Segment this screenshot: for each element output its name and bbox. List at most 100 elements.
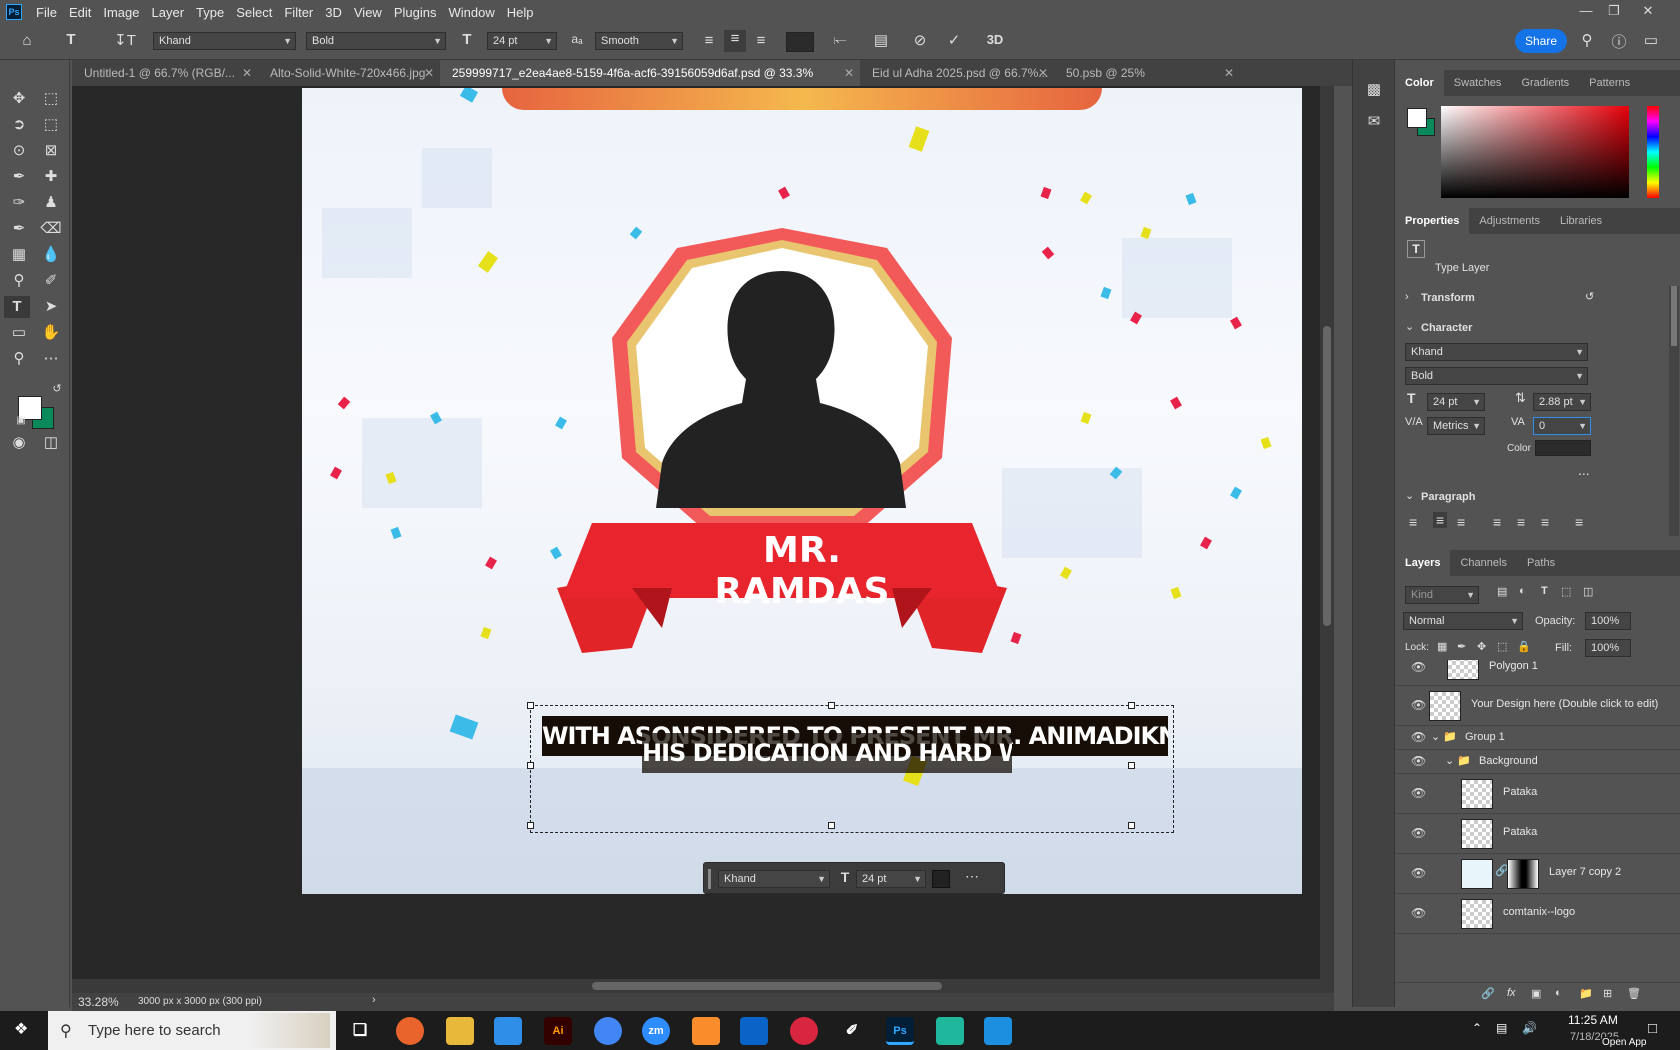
- tab-swatches[interactable]: Swatches: [1444, 70, 1512, 96]
- filter-adjust-icon[interactable]: ◐: [1519, 585, 1526, 597]
- outlook-icon[interactable]: [740, 1017, 768, 1045]
- tray-chevron-icon[interactable]: ⌃: [1472, 1021, 1482, 1035]
- layer-row-layer-7-copy-2[interactable]: 👁 🔗 Layer 7 copy 2: [1395, 854, 1680, 894]
- justify-all-icon[interactable]: ≡: [1575, 514, 1583, 530]
- add-mask-icon[interactable]: ▣: [1531, 987, 1541, 1000]
- restore-icon[interactable]: ❐: [1600, 0, 1628, 24]
- move-tool-icon[interactable]: ✥: [6, 88, 32, 110]
- zoom-tool-icon[interactable]: ⚲: [6, 348, 32, 370]
- tab-paths[interactable]: Paths: [1517, 550, 1565, 576]
- path-select-icon[interactable]: ➤: [38, 296, 64, 318]
- tab-active-document[interactable]: 259999717_e2ea4ae8-5159-4f6a-acf6-391560…: [440, 60, 860, 106]
- app-icon[interactable]: [936, 1017, 964, 1045]
- vertical-scroll-thumb[interactable]: [1323, 326, 1331, 626]
- creative-cloud-icon[interactable]: [790, 1017, 818, 1045]
- marquee-tool-icon[interactable]: ⬚: [38, 88, 64, 110]
- layer-mask-thumbnail[interactable]: [1507, 859, 1539, 889]
- chevron-down-icon[interactable]: ⌄: [1431, 730, 1440, 743]
- tab-properties[interactable]: Properties: [1395, 208, 1470, 234]
- layer-row-polygon-1[interactable]: 👁 Polygon 1: [1395, 660, 1680, 686]
- comments-panel-icon[interactable]: ✉: [1363, 112, 1385, 130]
- para-align-center-icon[interactable]: ≡: [1433, 512, 1448, 528]
- rectangle-tool-icon[interactable]: ▭: [6, 322, 32, 344]
- vscode-icon[interactable]: [494, 1017, 522, 1045]
- xampp-icon[interactable]: [692, 1017, 720, 1045]
- eyedropper-tool-icon[interactable]: ✒: [6, 166, 32, 188]
- chevron-down-icon[interactable]: ⌄: [1405, 320, 1414, 333]
- layer-row-group-1[interactable]: 👁 ⌄ 📁 Group 1: [1395, 726, 1680, 750]
- tab-libraries[interactable]: Libraries: [1550, 208, 1612, 234]
- menu-view[interactable]: View: [348, 5, 388, 20]
- layer-kind-filter[interactable]: Kind ▼: [1405, 586, 1479, 604]
- color-fg-swatch[interactable]: [1407, 108, 1427, 128]
- adjustment-layer-icon[interactable]: ◐: [1555, 987, 1562, 999]
- align-left-icon[interactable]: ≡: [698, 32, 720, 49]
- minimize-icon[interactable]: —: [1572, 0, 1600, 24]
- close-icon[interactable]: ✕: [1634, 0, 1662, 24]
- crop-tool-icon[interactable]: ⊙: [6, 140, 32, 162]
- lock-all-icon[interactable]: 🔒: [1517, 640, 1531, 653]
- prop-color-swatch[interactable]: [1535, 440, 1591, 456]
- dodge-tool-icon[interactable]: ⚲: [6, 270, 32, 292]
- tab-untitled-1[interactable]: Untitled-1 @ 66.7% (RGB/... ✕: [72, 60, 258, 86]
- link-layers-icon[interactable]: 🔗: [1481, 987, 1495, 1000]
- contextual-size-select[interactable]: 24 pt ▼: [856, 870, 926, 888]
- resize-handle[interactable]: [527, 762, 534, 769]
- recipient-name[interactable]: MR. RAMDAS: [682, 530, 922, 612]
- prop-tracking-input[interactable]: 0 ▼: [1533, 417, 1591, 435]
- justify-left-icon[interactable]: ≡: [1493, 514, 1501, 530]
- volume-icon[interactable]: 🔊: [1522, 1021, 1537, 1035]
- prop-style-select[interactable]: Bold ▼: [1405, 367, 1588, 385]
- chevron-down-icon[interactable]: ⌄: [1445, 754, 1454, 767]
- document-canvas[interactable]: ​: [302, 88, 1302, 894]
- status-expand-icon[interactable]: ›: [372, 994, 376, 1006]
- layer-row-pataka-2[interactable]: 👁 Pataka: [1395, 814, 1680, 854]
- menu-window[interactable]: Window: [442, 5, 500, 20]
- tab-channels[interactable]: Channels: [1450, 550, 1516, 576]
- text-color-swatch[interactable]: [786, 32, 814, 52]
- visibility-eye-icon[interactable]: 👁: [1411, 786, 1426, 800]
- photos-icon[interactable]: [984, 1017, 1012, 1045]
- new-layer-icon[interactable]: ⊞: [1603, 987, 1612, 1000]
- visibility-eye-icon[interactable]: 👁: [1411, 660, 1426, 674]
- horizontal-scroll-thumb[interactable]: [592, 982, 942, 990]
- text-orientation-icon[interactable]: ↧T: [114, 31, 136, 49]
- tab-close-icon[interactable]: ✕: [1038, 60, 1048, 86]
- more-options-icon[interactable]: ⋯: [962, 868, 982, 885]
- tab-close-icon[interactable]: ✕: [1224, 60, 1234, 86]
- menu-select[interactable]: Select: [230, 5, 278, 20]
- screen-mode-icon[interactable]: ◫: [38, 432, 64, 454]
- color-picker-field[interactable]: [1441, 106, 1629, 198]
- layer-row-background-group[interactable]: 👁 ⌄ 📁 Background: [1395, 750, 1680, 774]
- tab-50-psb[interactable]: 50.psb @ 25% (Congratulation...✕: [1054, 60, 1240, 106]
- tab-patterns[interactable]: Patterns: [1579, 70, 1640, 96]
- blend-mode-select[interactable]: Normal ▼: [1403, 612, 1523, 630]
- blur-tool-icon[interactable]: 💧: [38, 244, 64, 266]
- healing-brush-icon[interactable]: ✚: [38, 166, 64, 188]
- object-select-icon[interactable]: ⬚: [38, 114, 64, 136]
- brush-tool-icon[interactable]: ✑: [6, 192, 32, 214]
- lock-pixels-icon[interactable]: ✒: [1457, 640, 1466, 653]
- font-family-select[interactable]: Khand ▼: [153, 32, 296, 50]
- filter-pixel-icon[interactable]: ▤: [1497, 585, 1507, 598]
- contextual-font-select[interactable]: Khand ▼: [718, 870, 830, 888]
- more-options-icon[interactable]: ...: [1578, 462, 1590, 478]
- windows-start-icon[interactable]: ❖: [14, 1021, 32, 1039]
- visibility-eye-icon[interactable]: 👁: [1411, 866, 1426, 880]
- antialias-select[interactable]: Smooth ▼: [595, 32, 683, 50]
- tab-color[interactable]: Color: [1395, 70, 1444, 96]
- visibility-eye-icon[interactable]: 👁: [1411, 730, 1426, 744]
- menu-filter[interactable]: Filter: [278, 5, 319, 20]
- illustrator-icon[interactable]: Ai: [544, 1017, 572, 1045]
- opacity-input[interactable]: 100%: [1585, 612, 1631, 630]
- resize-handle[interactable]: [1128, 822, 1135, 829]
- type-tool-active-icon[interactable]: T: [4, 296, 30, 318]
- visibility-eye-icon[interactable]: 👁: [1411, 754, 1426, 768]
- new-group-icon[interactable]: 📁: [1579, 987, 1593, 1000]
- transform-section[interactable]: Transform: [1421, 292, 1475, 304]
- tab-eid-ul-adha[interactable]: Eid ul Adha 2025.psd @ 66.7%... ✕: [860, 60, 1054, 86]
- resize-handle[interactable]: [828, 702, 835, 709]
- character-panel-icon[interactable]: ▤: [870, 31, 892, 49]
- text-bounding-box[interactable]: [527, 702, 1174, 833]
- filter-smart-icon[interactable]: ◫: [1583, 585, 1593, 598]
